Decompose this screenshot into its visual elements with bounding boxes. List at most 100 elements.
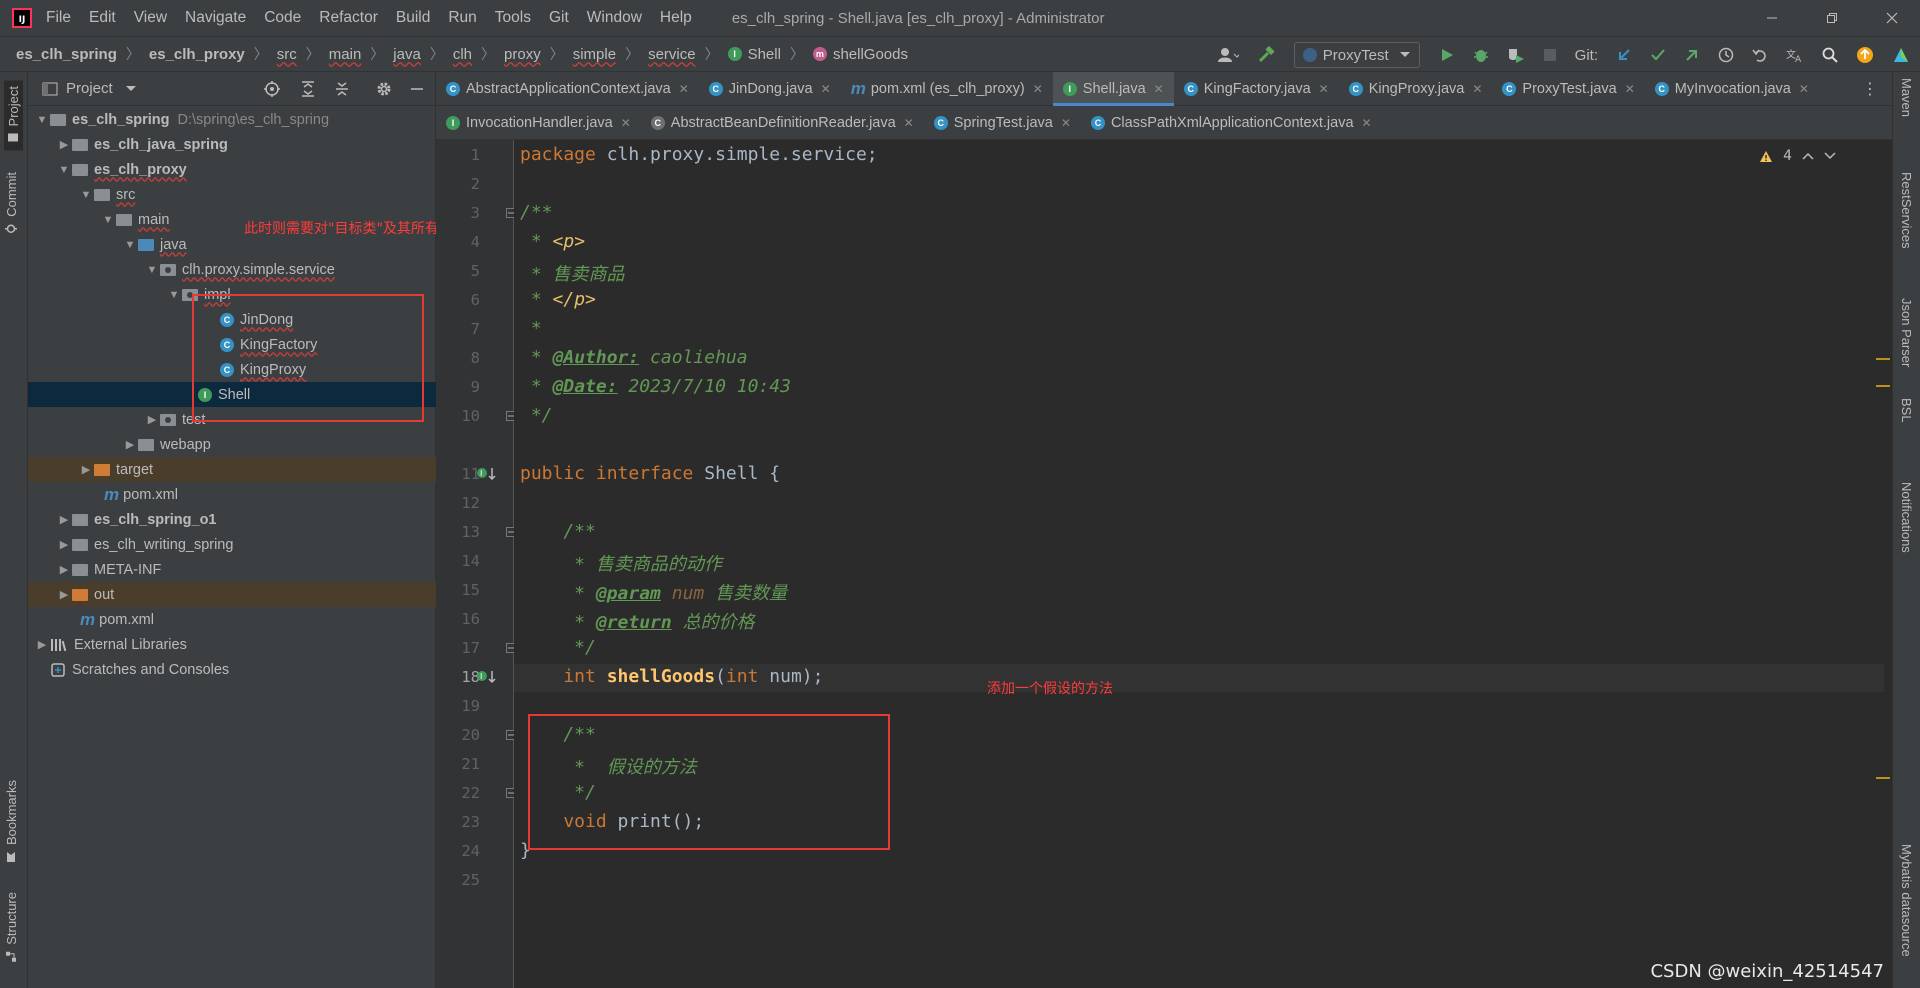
tree-item-es-clh-writing-spring[interactable]: ▶ es_clh_writing_spring — [28, 532, 436, 557]
chevron-right-icon[interactable]: ▶ — [56, 513, 72, 526]
warning-stripe-mark[interactable] — [1876, 385, 1890, 387]
locate-target-icon[interactable] — [264, 81, 280, 97]
search-icon[interactable] — [1822, 47, 1838, 63]
user-icon[interactable] — [1217, 47, 1239, 63]
close-icon[interactable]: ✕ — [1319, 82, 1329, 96]
tab-kingproxy[interactable]: C KingProxy.java ✕ — [1339, 72, 1493, 106]
menu-edit[interactable]: Edit — [89, 9, 116, 27]
restore-button[interactable] — [1804, 0, 1860, 36]
menu-file[interactable]: File — [46, 9, 71, 27]
tree-item-external-libraries[interactable]: ▶ External Libraries — [28, 632, 436, 657]
chevron-right-icon[interactable]: ▶ — [122, 438, 138, 451]
code-editor[interactable]: 4 package clh.proxy.simple.service; /** … — [514, 140, 1884, 988]
git-push-icon[interactable] — [1684, 47, 1700, 63]
rollback-icon[interactable] — [1752, 47, 1768, 63]
chevron-down-icon[interactable]: ▼ — [78, 189, 94, 201]
maven-tool-tab[interactable]: Maven — [1899, 78, 1914, 117]
bookmarks-tool-tab[interactable]: Bookmarks — [4, 780, 19, 863]
notifications-tool-tab[interactable]: Notifications — [1899, 482, 1914, 553]
json-parser-tool-tab[interactable]: Json Parser — [1899, 298, 1914, 367]
breadcrumb-src[interactable]: src — [277, 46, 297, 63]
breadcrumb-shell[interactable]: I Shell — [727, 46, 781, 63]
tree-item-src[interactable]: ▼ src — [28, 182, 436, 207]
chevron-right-icon[interactable]: ▶ — [56, 538, 72, 551]
tree-item-es-clh-spring-o1[interactable]: ▶ es_clh_spring_o1 — [28, 507, 436, 532]
chevron-up-icon[interactable] — [1802, 152, 1814, 160]
chevron-down-icon[interactable]: ▼ — [34, 114, 50, 126]
tree-item-pom-root[interactable]: m pom.xml — [28, 607, 436, 632]
implemented-gutter-icon[interactable]: I — [476, 668, 498, 686]
close-icon[interactable]: ✕ — [1625, 82, 1635, 96]
tab-jindong[interactable]: C JinDong.java ✕ — [699, 72, 841, 106]
breadcrumb-simple[interactable]: simple — [573, 46, 616, 63]
close-icon[interactable]: ✕ — [1799, 82, 1809, 96]
chevron-right-icon[interactable]: ▶ — [78, 463, 94, 476]
update-available-icon[interactable] — [1856, 46, 1874, 64]
menu-git[interactable]: Git — [549, 9, 569, 27]
chevron-down-icon[interactable] — [1824, 152, 1836, 160]
menu-build[interactable]: Build — [396, 9, 430, 27]
breadcrumb-clh[interactable]: clh — [453, 46, 472, 63]
menu-tools[interactable]: Tools — [495, 9, 531, 27]
settings-gear-icon[interactable] — [376, 81, 392, 97]
menu-navigate[interactable]: Navigate — [185, 9, 246, 27]
close-icon[interactable]: ✕ — [1362, 116, 1372, 130]
history-clock-icon[interactable] — [1718, 47, 1734, 63]
tree-item-es-clh-java-spring[interactable]: ▶ es_clh_java_spring — [28, 132, 436, 157]
tree-item-target[interactable]: ▶ target — [28, 457, 436, 482]
build-hammer-icon[interactable] — [1257, 46, 1275, 64]
run-configuration-select[interactable]: ProxyTest — [1293, 42, 1420, 68]
tab-shell[interactable]: I Shell.java ✕ — [1052, 71, 1174, 106]
chevron-down-icon[interactable]: ▼ — [144, 264, 160, 276]
editor-error-stripe[interactable] — [1876, 140, 1890, 980]
collapse-all-icon[interactable] — [334, 81, 350, 97]
menu-help[interactable]: Help — [660, 9, 692, 27]
git-update-icon[interactable] — [1616, 47, 1632, 63]
close-icon[interactable]: ✕ — [1033, 82, 1043, 96]
more-tabs-icon[interactable]: ⋮ — [1862, 79, 1878, 98]
tab-invocationhandler[interactable]: I InvocationHandler.java ✕ — [436, 106, 641, 140]
breadcrumb-main[interactable]: main — [329, 46, 362, 63]
chevron-right-icon[interactable]: ▶ — [56, 563, 72, 576]
menu-view[interactable]: View — [134, 9, 167, 27]
chevron-down-icon[interactable]: ▼ — [100, 214, 116, 226]
close-button[interactable] — [1864, 0, 1920, 36]
close-icon[interactable]: ✕ — [821, 82, 831, 96]
breadcrumb-java[interactable]: java — [393, 46, 421, 63]
chevron-right-icon[interactable]: ▶ — [34, 638, 50, 651]
menu-run[interactable]: Run — [448, 9, 476, 27]
stop-icon[interactable] — [1543, 48, 1557, 62]
breadcrumb-service[interactable]: service — [648, 46, 696, 63]
breadcrumb-es-clh-spring[interactable]: es_clh_spring — [16, 46, 117, 63]
tab-abstractapplicationcontext[interactable]: C AbstractApplicationContext.java ✕ — [436, 72, 699, 106]
warning-stripe-mark[interactable] — [1876, 777, 1890, 779]
minimize-button[interactable] — [1744, 0, 1800, 36]
hide-panel-icon[interactable] — [410, 81, 424, 97]
debug-icon[interactable] — [1473, 47, 1489, 63]
chevron-right-icon[interactable]: ▶ — [144, 413, 160, 426]
menu-refactor[interactable]: Refactor — [319, 9, 378, 27]
project-tool-tab[interactable]: Project — [4, 80, 23, 151]
expand-all-icon[interactable] — [300, 81, 316, 97]
tree-item-out[interactable]: ▶ out — [28, 582, 436, 607]
plugin-logo-icon[interactable] — [1892, 46, 1910, 64]
implemented-gutter-icon[interactable]: I — [476, 465, 498, 483]
git-commit-icon[interactable] — [1650, 47, 1666, 63]
structure-tool-tab[interactable]: Structure — [4, 892, 19, 963]
tab-kingfactory[interactable]: C KingFactory.java ✕ — [1174, 72, 1339, 106]
tab-springtest[interactable]: C SpringTest.java ✕ — [924, 106, 1081, 140]
menu-window[interactable]: Window — [587, 9, 642, 27]
translate-icon[interactable]: 文A — [1786, 47, 1804, 63]
warning-stripe-mark[interactable] — [1876, 358, 1890, 360]
breadcrumb-shellgoods[interactable]: m shellGoods — [812, 46, 908, 63]
restservices-tool-tab[interactable]: RestServices — [1899, 172, 1914, 249]
tree-item-package-service[interactable]: ▼ clh.proxy.simple.service — [28, 257, 436, 282]
tree-item-es-clh-proxy[interactable]: ▼ es_clh_proxy — [28, 157, 436, 182]
tab-abstractbeandefinitionreader[interactable]: C AbstractBeanDefinitionReader.java ✕ — [641, 106, 924, 140]
breadcrumb-proxy[interactable]: proxy — [504, 46, 541, 63]
chevron-down-icon[interactable] — [125, 85, 137, 93]
tree-item-es-clh-spring[interactable]: ▼ es_clh_spring D:\spring\es_clh_spring — [28, 107, 436, 132]
close-icon[interactable]: ✕ — [1061, 116, 1071, 130]
tab-myinvocation[interactable]: C MyInvocation.java ✕ — [1645, 72, 1819, 106]
inspection-widget[interactable]: 4 — [1759, 148, 1836, 164]
